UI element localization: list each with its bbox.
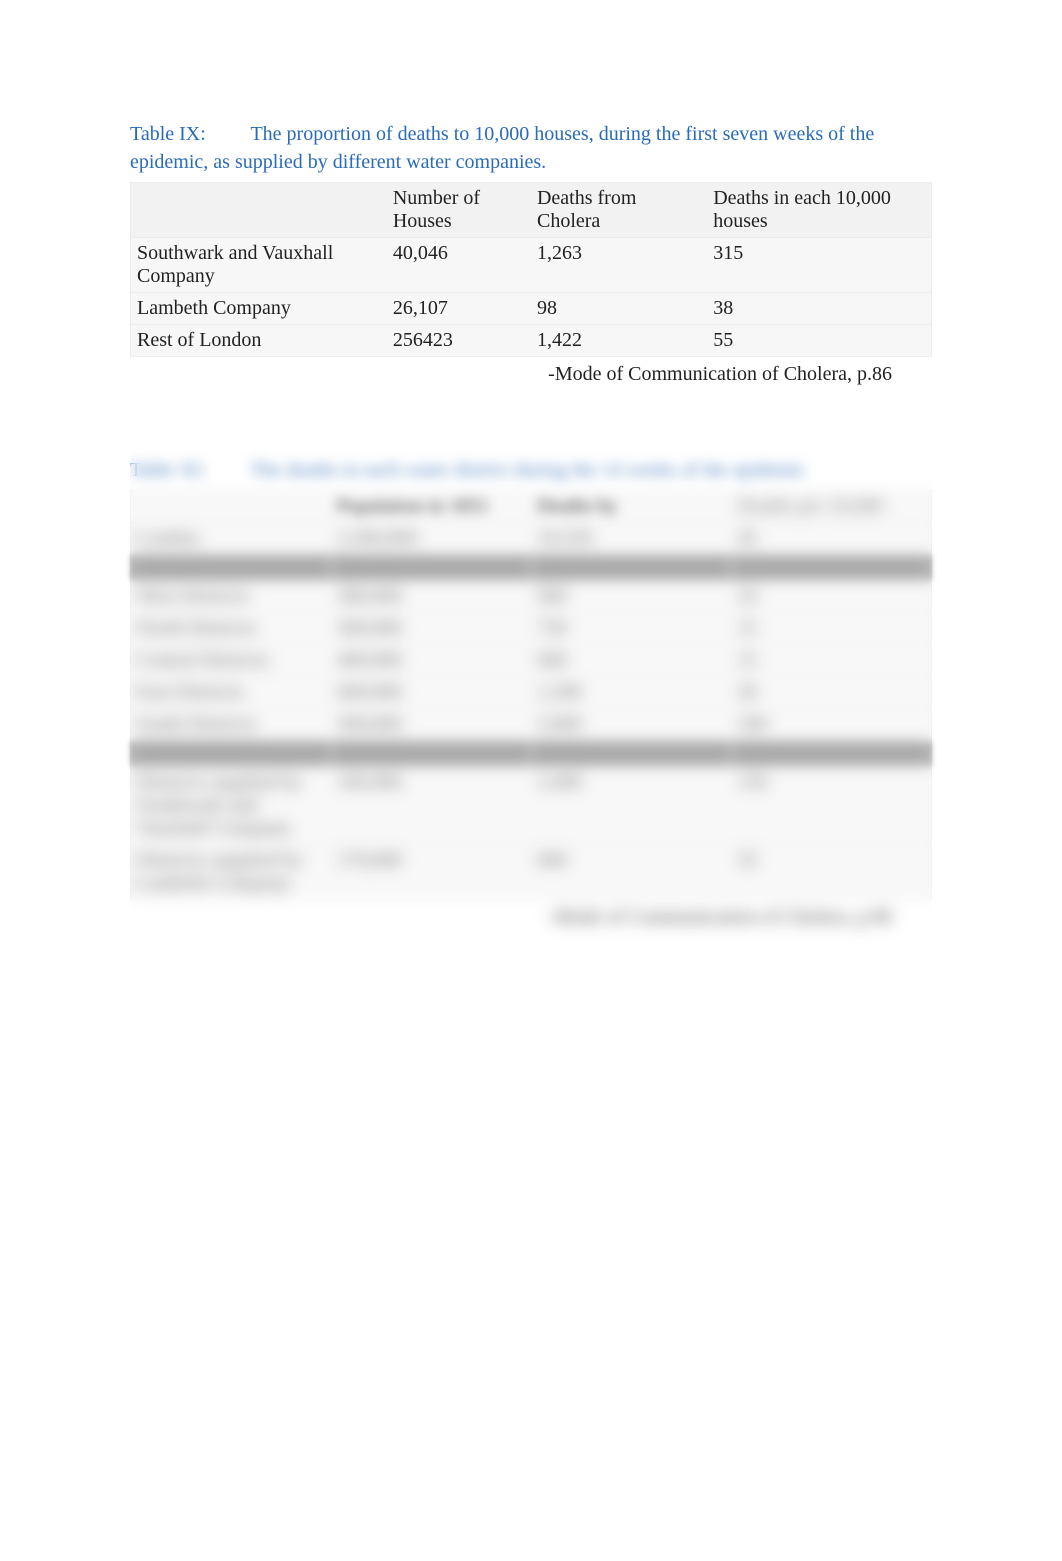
col-header: Deaths by xyxy=(531,491,731,523)
cell: 38 xyxy=(707,293,931,325)
cell: 256423 xyxy=(387,325,531,357)
table-row: Number of Houses Deaths from Cholera Dea… xyxy=(131,183,932,238)
table-row: Districts supplied by Southwark and Vaux… xyxy=(131,767,932,845)
col-header xyxy=(131,183,387,238)
col-header: Population in 1851 xyxy=(331,491,531,523)
table-row: East Districts600,0001,20020 xyxy=(131,677,932,709)
cell: 1,263 xyxy=(531,238,707,293)
table-row: South Districts500,0005,000100 xyxy=(131,709,932,741)
table-ix-number: Table IX: xyxy=(130,123,246,145)
table-ix-caption: Table IX: The proportion of deaths to 10… xyxy=(130,120,932,176)
cell: 98 xyxy=(531,293,707,325)
table-row: Rest of London 256423 1,422 55 xyxy=(131,325,932,357)
cell: 26,107 xyxy=(387,293,531,325)
table-ix-citation: -Mode of Communication of Cholera, p.86 xyxy=(130,357,932,386)
cell: 1,422 xyxy=(531,325,707,357)
col-header: Number of Houses xyxy=(387,183,531,238)
table-xi-citation: -Mode of Communication of Cholera, p.90 xyxy=(130,900,932,929)
table-ix-block: Table IX: The proportion of deaths to 10… xyxy=(130,120,932,386)
table-row: Southwark and Vauxhall Company 40,046 1,… xyxy=(131,238,932,293)
table-xi: Population in 1851 Deaths by Deaths per … xyxy=(130,490,932,900)
table-row: Districts supplied by Lambeth Company170… xyxy=(131,845,932,900)
table-row: Population in 1851 Deaths by Deaths per … xyxy=(131,491,932,523)
cell: Rest of London xyxy=(131,325,387,357)
table-ix: Number of Houses Deaths from Cholera Dea… xyxy=(130,182,932,357)
col-header xyxy=(131,491,331,523)
cell: Southwark and Vauxhall Company xyxy=(131,238,387,293)
col-header: Deaths from Cholera xyxy=(531,183,707,238)
cell: Lambeth Company xyxy=(131,293,387,325)
col-header-obscured: Deaths per 10,000 xyxy=(731,491,931,523)
col-header: Deaths in each 10,000 houses xyxy=(707,183,931,238)
table-row: Lambeth Company 26,107 98 38 xyxy=(131,293,932,325)
cell: 40,046 xyxy=(387,238,531,293)
table-row xyxy=(131,741,932,767)
table-row xyxy=(131,555,932,581)
table-xi-number: Table XI: xyxy=(130,459,246,481)
table-xi-caption: Table XI: The deaths in each water distr… xyxy=(130,456,932,484)
table-row: London2,360,00010,53045 xyxy=(131,523,932,555)
table-row: North Districts500,00075015 xyxy=(131,613,932,645)
cell: 315 xyxy=(707,238,931,293)
table-xi-block: Table XI: The deaths in each water distr… xyxy=(130,456,932,929)
cell: 55 xyxy=(707,325,931,357)
table-xi-caption-text: The deaths in each water district during… xyxy=(250,459,805,481)
table-row: West Districts380,00090024 xyxy=(131,581,932,613)
table-row: Central Districts400,00060015 xyxy=(131,645,932,677)
